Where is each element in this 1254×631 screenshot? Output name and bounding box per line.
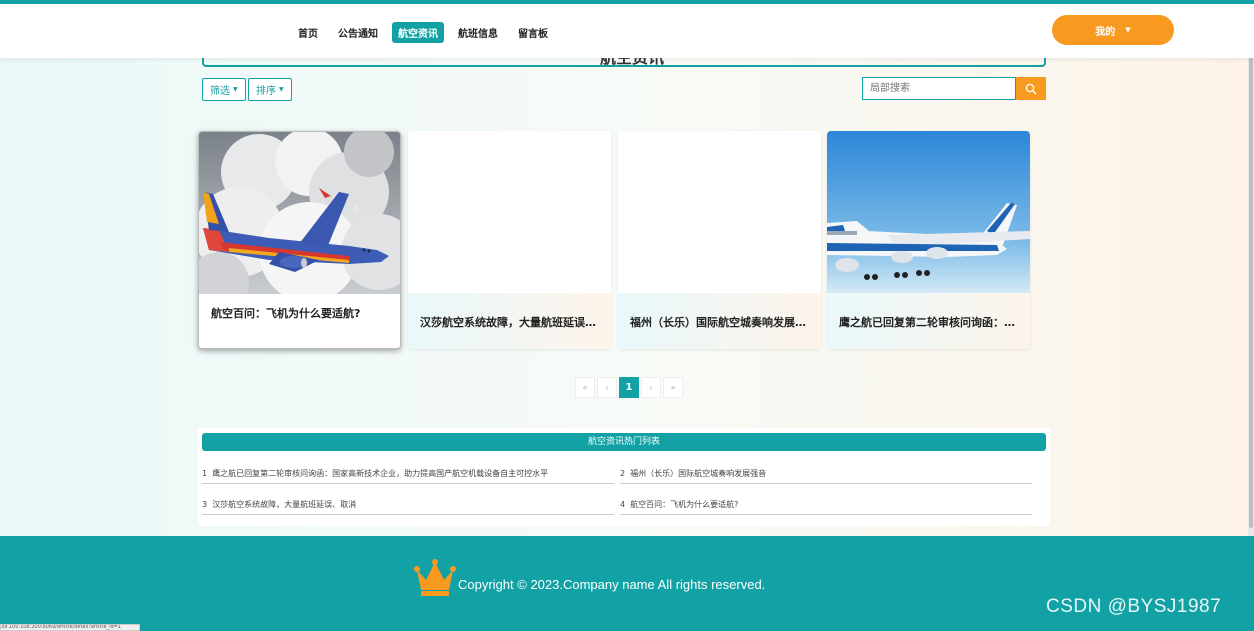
filter-dropdown-button[interactable]: 筛选 ▼	[202, 78, 246, 101]
nav-item-aviation-news[interactable]: 航空资讯	[392, 22, 444, 43]
news-card[interactable]: 鹰之航已回复第二轮审核问询函：国家高新技术企业	[827, 131, 1030, 349]
pagination-next-button[interactable]: ›	[641, 377, 661, 398]
search-input[interactable]	[862, 77, 1016, 100]
nav-item-home[interactable]: 首页	[292, 22, 324, 43]
footer: Copyright © 2023.Company name All rights…	[0, 536, 1254, 631]
hot-news-item[interactable]: 1 鹰之航已回复第二轮审核问询函：国家高新技术企业，助力提高国产航空机载设备自主…	[202, 464, 614, 484]
hot-news-text: 汉莎航空系统故障，大量航班延误、取消	[212, 500, 357, 509]
pagination-prev-button[interactable]: ‹	[597, 377, 617, 398]
hot-news-index: 3	[202, 500, 208, 509]
card-title: 航空百问：飞机为什么要适航?	[199, 294, 400, 348]
copyright-text: Copyright © 2023.Company name All rights…	[458, 577, 766, 592]
nav-menu: 首页 公告通知 航空资讯 航班信息 留言板	[292, 22, 554, 43]
my-account-label: 我的	[1095, 26, 1116, 38]
scrollbar-thumb[interactable]	[1249, 58, 1253, 528]
pagination-current-page[interactable]: 1	[619, 377, 639, 398]
hot-news-item[interactable]: 4 航空百问：飞机为什么要适航?	[620, 495, 1032, 515]
card-title: 鹰之航已回复第二轮审核问询函：国家高新技术企业	[827, 293, 1030, 349]
hot-news-text: 鹰之航已回复第二轮审核问询函：国家高新技术企业，助力提高国产航空机载设备自主可控…	[212, 469, 549, 478]
page-title-frame: 航空资讯	[202, 58, 1046, 67]
caret-down-icon: ▼	[279, 86, 284, 93]
sort-dropdown-button[interactable]: 排序 ▼	[248, 78, 292, 101]
nav-item-notices[interactable]: 公告通知	[332, 22, 384, 43]
hot-news-item[interactable]: 3 汉莎航空系统故障，大量航班延误、取消	[202, 495, 614, 515]
news-card[interactable]: 航空百问：飞机为什么要适航? ☝	[198, 131, 401, 349]
hot-news-index: 1	[202, 469, 208, 478]
hot-news-item[interactable]: 2 福州（长乐）国际航空城奏响发展强音	[620, 464, 1032, 484]
top-navbar: 首页 公告通知 航空资讯 航班信息 留言板 我的 ▼	[0, 4, 1254, 58]
card-image-cargo-747	[827, 131, 1030, 293]
search-button[interactable]	[1016, 77, 1046, 100]
card-image-southwest-plane	[199, 132, 400, 294]
hot-news-index: 2	[620, 469, 626, 478]
hot-news-text: 航空百问：飞机为什么要适航?	[630, 500, 739, 509]
browser-status-url: 39.100.108.200:8069/article/detail?artic…	[0, 624, 140, 631]
filter-label: 筛选	[210, 86, 230, 97]
search-icon	[1025, 83, 1037, 94]
card-image-placeholder	[408, 131, 611, 293]
caret-down-icon: ▼	[1125, 26, 1131, 34]
card-title: 汉莎航空系统故障，大量航班延误、取消	[408, 293, 611, 349]
nav-item-message-board[interactable]: 留言板	[512, 22, 554, 43]
card-title: 福州（长乐）国际航空城奏响发展强音	[618, 293, 821, 349]
hot-news-index: 4	[620, 500, 626, 509]
sort-label: 排序	[256, 86, 276, 97]
news-card[interactable]: 福州（长乐）国际航空城奏响发展强音	[618, 131, 821, 349]
vertical-scrollbar[interactable]	[1248, 58, 1254, 536]
hot-news-panel: 航空资讯热门列表 1 鹰之航已回复第二轮审核问询函：国家高新技术企业，助力提高国…	[198, 428, 1050, 526]
hot-news-title: 航空资讯热门列表	[202, 433, 1046, 451]
page-title: 航空资讯	[600, 58, 664, 65]
news-card[interactable]: 汉莎航空系统故障，大量航班延误、取消	[408, 131, 611, 349]
nav-item-flights[interactable]: 航班信息	[452, 22, 504, 43]
csdn-watermark: CSDN @BYSJ1987	[1046, 596, 1222, 617]
hot-news-text: 福州（长乐）国际航空城奏响发展强音	[630, 469, 767, 478]
caret-down-icon: ▼	[233, 86, 238, 93]
pagination: « ‹ 1 › »	[575, 377, 683, 398]
pagination-last-button[interactable]: »	[663, 377, 683, 398]
card-image-placeholder	[618, 131, 821, 293]
cursor-hand-icon: ☝	[352, 203, 359, 216]
crown-logo-icon	[414, 559, 456, 596]
pagination-first-button[interactable]: «	[575, 377, 595, 398]
my-account-button[interactable]: 我的 ▼	[1052, 15, 1174, 45]
